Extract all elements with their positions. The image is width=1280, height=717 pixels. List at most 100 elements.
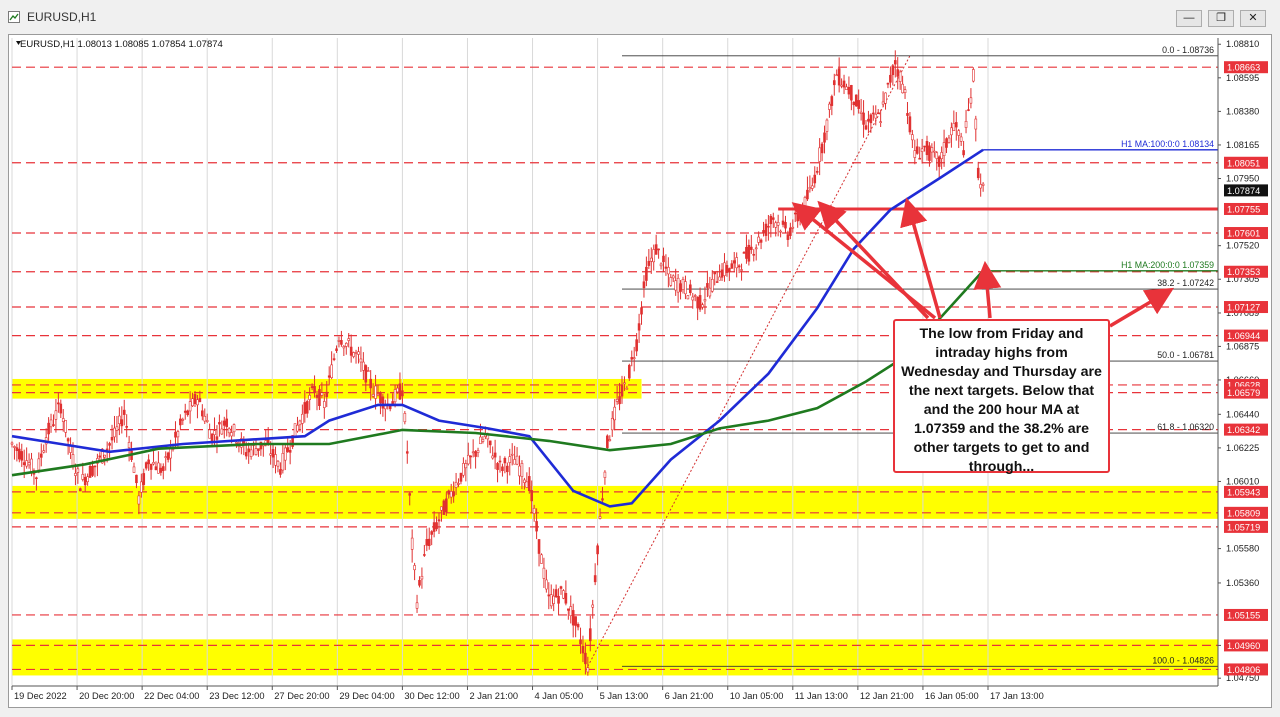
candle-body — [303, 402, 307, 414]
candle-body — [620, 385, 624, 397]
candle-body — [813, 174, 817, 184]
price-tag-label: 1.05719 — [1227, 522, 1260, 532]
x-tick-label: 11 Jan 13:00 — [795, 691, 848, 701]
candle-body — [864, 125, 868, 130]
y-tick-label: 1.08380 — [1226, 106, 1259, 116]
candle-body — [435, 522, 438, 530]
x-tick-label: 4 Jan 05:00 — [535, 691, 584, 701]
x-tick-label: 22 Dec 04:00 — [144, 691, 199, 701]
candle-body — [357, 351, 360, 355]
candle-body — [710, 279, 714, 292]
candle-body — [728, 268, 731, 273]
candle-body — [57, 402, 60, 405]
candle-body — [837, 68, 841, 86]
candle-body — [564, 593, 568, 604]
y-tick-label: 1.08595 — [1226, 73, 1259, 83]
candle-body — [169, 447, 172, 459]
candle-body — [806, 189, 809, 200]
x-tick-label: 19 Dec 2022 — [14, 691, 67, 701]
candle-body — [269, 453, 272, 456]
candle-body — [154, 466, 158, 471]
candle-body — [462, 463, 465, 476]
x-tick-label: 5 Jan 13:00 — [600, 691, 649, 701]
candle-body — [52, 424, 55, 426]
candle-body — [232, 424, 236, 433]
candle-body — [403, 413, 407, 423]
candle-body — [815, 171, 819, 173]
candle-body — [286, 447, 290, 452]
candle-body — [891, 65, 895, 76]
candle-body — [344, 342, 348, 347]
candle-body — [179, 418, 182, 426]
candle-body — [896, 69, 900, 77]
candle-body — [61, 418, 65, 422]
candle-body — [535, 521, 538, 532]
candle-body — [147, 459, 150, 465]
candle-body — [591, 604, 595, 608]
y-tick-label: 1.05360 — [1226, 578, 1259, 588]
candle-body — [371, 393, 375, 397]
candle-body — [93, 465, 97, 468]
candle-body — [247, 448, 250, 453]
candle-body — [396, 387, 399, 393]
candle-body — [559, 586, 563, 589]
candle-body — [776, 222, 780, 226]
candle-body — [508, 456, 512, 463]
candle-body — [808, 187, 812, 190]
candle-body — [857, 100, 860, 109]
candle-body — [354, 352, 358, 354]
fib-level-label: 61.8 - 1.06320 — [1157, 422, 1214, 432]
candle-body — [288, 449, 292, 453]
candle-body — [496, 463, 499, 470]
candle-body — [954, 122, 958, 128]
candle-body — [181, 419, 185, 421]
candle-body — [747, 244, 751, 262]
price-tag-label: 1.05943 — [1227, 487, 1260, 497]
candle-body — [113, 427, 116, 438]
candle-body — [972, 69, 975, 82]
candle-body — [225, 418, 229, 427]
candle-body — [132, 466, 136, 473]
candle-body — [957, 130, 961, 136]
candle-body — [430, 531, 433, 535]
candle-body — [686, 295, 690, 300]
candle-body — [540, 554, 543, 564]
x-tick-label: 12 Jan 21:00 — [860, 691, 914, 701]
candle-body — [27, 462, 31, 466]
candle-body — [586, 667, 590, 673]
candle-body — [188, 401, 192, 412]
candle-body — [125, 426, 128, 428]
candle-body — [474, 451, 477, 457]
x-tick-label: 16 Jan 05:00 — [925, 691, 979, 701]
candle-body — [901, 83, 904, 94]
candle-body — [452, 491, 455, 497]
candle-body — [759, 239, 763, 243]
candle-body — [347, 338, 351, 341]
candle-body — [554, 589, 558, 598]
candle-body — [628, 364, 631, 379]
candle-body — [488, 440, 492, 446]
candle-body — [903, 89, 907, 93]
x-tick-label: 29 Dec 04:00 — [339, 691, 394, 701]
candle-body — [352, 352, 355, 357]
price-tag-label: 1.08663 — [1227, 63, 1260, 73]
candle-body — [115, 426, 119, 431]
candle-body — [218, 422, 221, 425]
candle-body — [793, 212, 797, 215]
candle-body — [227, 428, 231, 434]
candle-body — [222, 420, 226, 426]
candle-body — [859, 111, 863, 114]
candle-body — [615, 398, 619, 402]
candle-body — [515, 455, 519, 465]
candle-body — [959, 136, 963, 142]
candle-body — [381, 396, 385, 409]
candle-body — [691, 296, 695, 301]
candle-body — [689, 284, 692, 294]
candle-body — [552, 595, 555, 604]
candle-body — [674, 280, 677, 291]
candle-body — [945, 138, 948, 148]
candle-body — [532, 508, 536, 514]
candle-body — [323, 401, 326, 408]
candle-body — [442, 500, 446, 515]
highlight-zone — [12, 485, 1218, 519]
